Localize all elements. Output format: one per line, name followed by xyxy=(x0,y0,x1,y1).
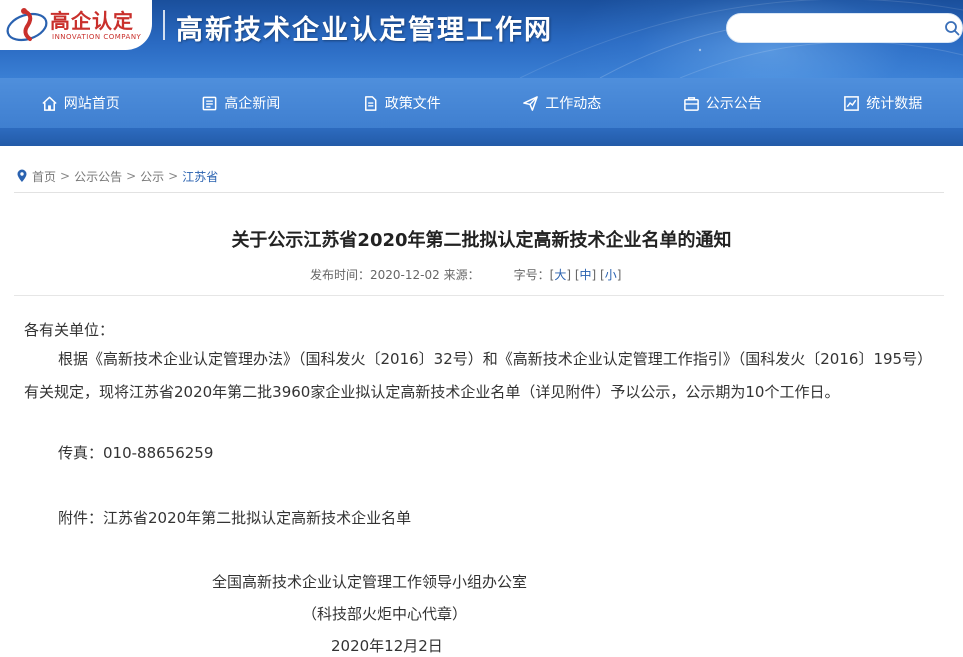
source-label: 来源： xyxy=(443,268,480,282)
fontsize-medium-button[interactable]: 中 xyxy=(580,266,592,283)
signature-seal: （科技部火炬中心代章） xyxy=(302,605,468,623)
nav-item-news[interactable]: 高企新闻 xyxy=(161,78,322,128)
article-body: 根据《高新技术企业认定管理办法》（国科发火〔2016〕32号）和《高新技术企业认… xyxy=(24,350,933,401)
site-header: 高企认定 INNOVATION COMPANY 高新技术企业认定管理工作网 xyxy=(0,0,963,78)
search-input[interactable] xyxy=(726,13,963,43)
fontsize-small-button[interactable]: 小 xyxy=(605,266,617,283)
article-meta: 发布时间： 2020-12-02 来源： 字号： [大] [中] [小] xyxy=(310,266,622,283)
article-fax: 传真：010-88656259 xyxy=(58,444,214,462)
breadcrumb-separator: > xyxy=(168,169,179,183)
logo-mark-icon xyxy=(6,8,48,42)
title-divider xyxy=(163,10,165,40)
logo-text: 高企认定 xyxy=(50,9,134,33)
breadcrumb-item-home[interactable]: 首页 xyxy=(32,168,56,185)
nav-item-label: 政策文件 xyxy=(384,96,441,112)
publish-label: 发布时间： xyxy=(310,268,371,282)
signature-date: 2020年12月2日 xyxy=(331,637,443,655)
send-icon xyxy=(523,95,539,111)
publish-date: 2020-12-02 xyxy=(370,267,440,282)
nav-item-bulletin[interactable]: 公示公告 xyxy=(642,78,803,128)
main-nav: 网站首页 高企新闻 政策文件 工作动态 公示公告 统计数据 xyxy=(0,78,963,128)
breadcrumb-item-jiangsu[interactable]: 江苏省 xyxy=(182,168,218,185)
article-attachment[interactable]: 附件：江苏省2020年第二批拟认定高新技术企业名单 xyxy=(58,502,411,534)
signature-org: 全国高新技术企业认定管理工作领导小组办公室 xyxy=(212,573,528,591)
location-pin-icon xyxy=(17,169,27,182)
nav-item-label: 高企新闻 xyxy=(224,96,281,112)
nav-item-updates[interactable]: 工作动态 xyxy=(482,78,643,128)
article-salutation: 各有关单位： xyxy=(24,321,115,339)
nav-item-label: 工作动态 xyxy=(545,96,602,112)
chart-icon xyxy=(844,95,860,111)
site-logo[interactable]: 高企认定 INNOVATION COMPANY xyxy=(0,0,152,50)
breadcrumb-item-bulletin[interactable]: 公示公告 xyxy=(74,168,122,185)
breadcrumb-separator: > xyxy=(60,169,71,183)
search-icon[interactable] xyxy=(944,20,960,36)
nav-item-statistics[interactable]: 统计数据 xyxy=(803,78,963,128)
site-title: 高新技术企业认定管理工作网 xyxy=(176,15,553,46)
breadcrumb-separator: > xyxy=(126,169,137,183)
breadcrumb: 首页 > 公示公告 > 公示 > 江苏省 xyxy=(16,167,218,185)
breadcrumb-item-notice[interactable]: 公示 xyxy=(140,168,164,185)
fontsize-label: 字号： xyxy=(513,268,550,282)
home-icon xyxy=(42,96,57,111)
article-title: 关于公示江苏省2020年第二批拟认定高新技术企业名单的通知 xyxy=(231,230,732,251)
meta-divider xyxy=(14,295,944,296)
bulletin-icon xyxy=(683,96,699,111)
document-icon xyxy=(364,95,377,111)
nav-item-policy[interactable]: 政策文件 xyxy=(321,78,482,128)
fontsize-large-button[interactable]: 大 xyxy=(554,266,566,283)
nav-item-label: 网站首页 xyxy=(63,96,120,112)
nav-item-label: 公示公告 xyxy=(705,96,762,112)
news-icon xyxy=(202,96,217,110)
logo-subtext: INNOVATION COMPANY xyxy=(52,33,142,41)
nav-bottom-strip xyxy=(0,128,963,146)
nav-item-home[interactable]: 网站首页 xyxy=(0,78,161,128)
nav-item-label: 统计数据 xyxy=(866,96,923,112)
breadcrumb-divider xyxy=(14,192,944,193)
